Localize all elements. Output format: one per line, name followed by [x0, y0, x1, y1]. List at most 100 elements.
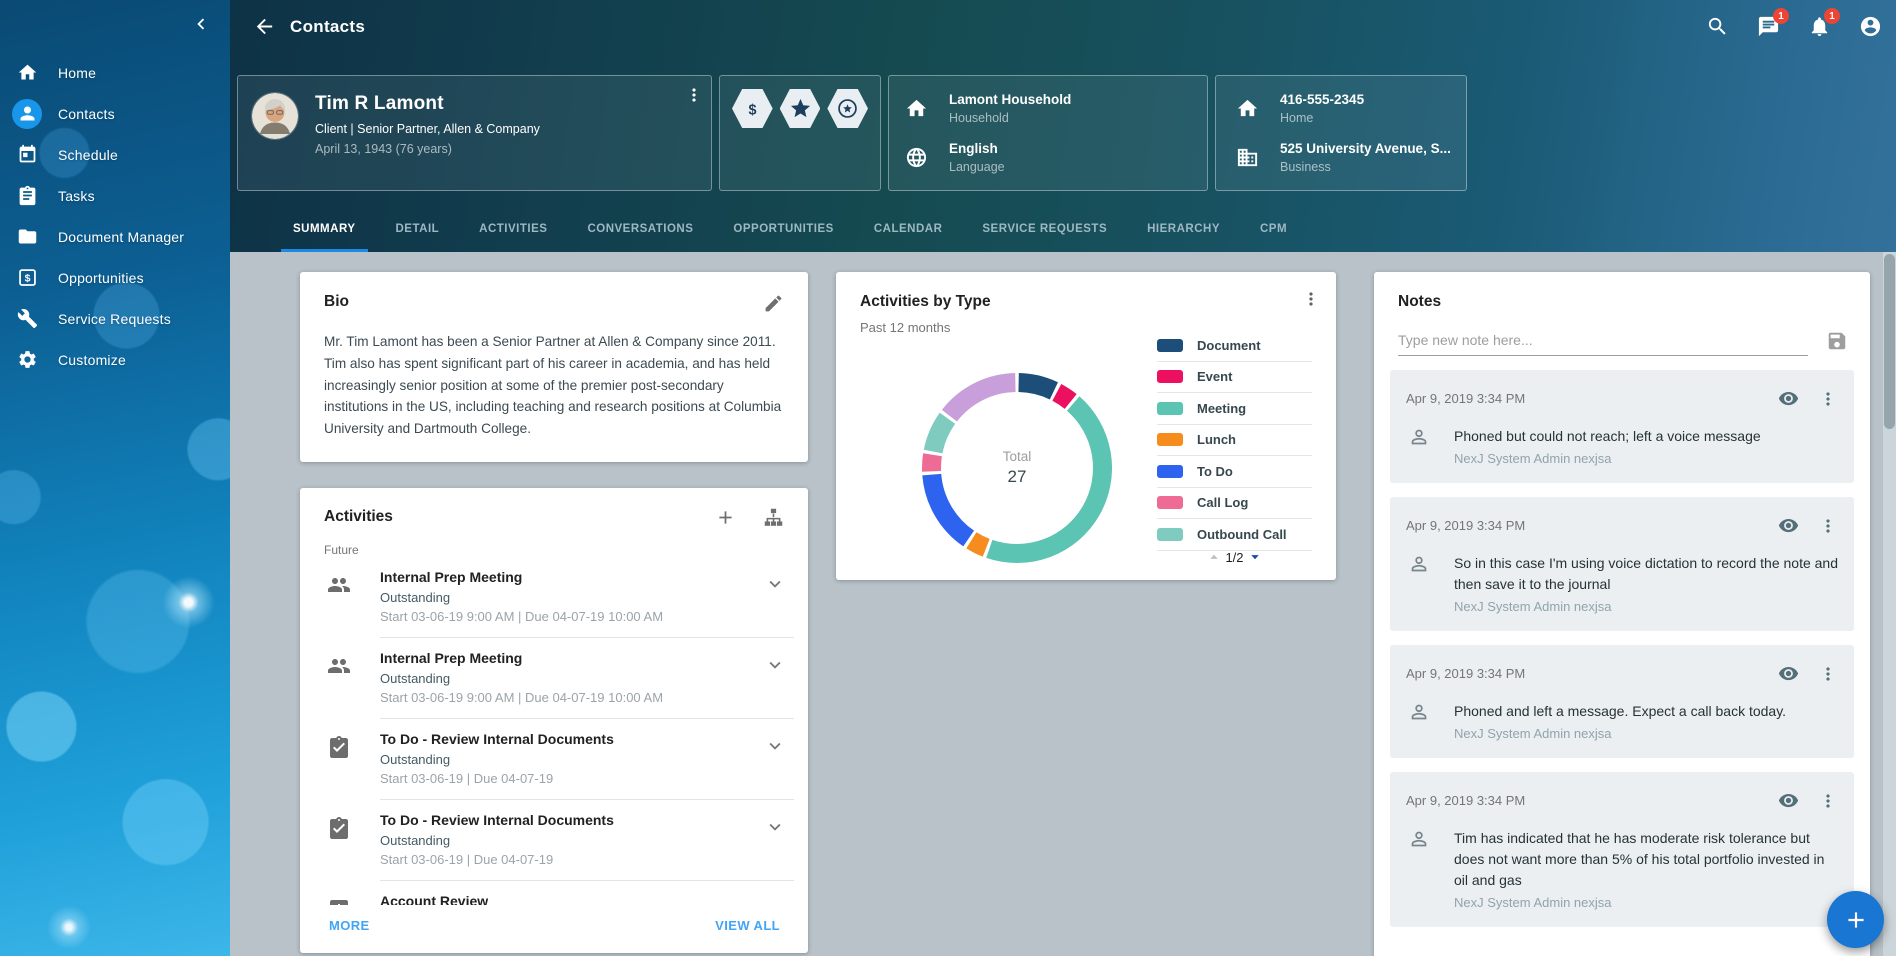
activities-title: Activities	[324, 508, 688, 526]
money-icon: $	[17, 267, 38, 288]
info-row[interactable]: Lamont Household Household	[905, 87, 1201, 130]
chart-menu-kebab-icon[interactable]	[1301, 289, 1321, 309]
tab[interactable]: SERVICE REQUESTS	[962, 223, 1127, 252]
tab[interactable]: OPPORTUNITIES	[713, 223, 853, 252]
contact-summary-card: Tim R Lamont Client | Senior Partner, Al…	[237, 75, 712, 191]
search-icon[interactable]	[1706, 15, 1729, 38]
activity-row[interactable]: Internal Prep Meeting Outstanding Start …	[316, 638, 794, 719]
legend-item[interactable]: Meeting	[1157, 393, 1312, 425]
note-menu-kebab-icon[interactable]	[1818, 791, 1838, 811]
note-text: Phoned and left a message. Expect a call…	[1454, 701, 1786, 722]
legend-page-down-icon[interactable]	[1246, 548, 1264, 566]
legend-item[interactable]: Lunch	[1157, 425, 1312, 457]
info-row[interactable]: 525 University Avenue, S... Business	[1236, 136, 1460, 179]
note-card[interactable]: Apr 9, 2019 3:34 PM Tim has indicated th…	[1390, 772, 1854, 927]
note-author: NexJ System Admin nexjsa	[1454, 895, 1838, 910]
todo-icon	[327, 735, 351, 759]
contact-avatar[interactable]	[252, 93, 298, 139]
activity-row[interactable]: Internal Prep Meeting Outstanding Start …	[316, 557, 794, 638]
note-author-person-icon	[1408, 426, 1430, 448]
sidebar-item[interactable]: Home	[0, 52, 230, 93]
tab[interactable]: CPM	[1240, 223, 1307, 252]
account-icon[interactable]	[1859, 15, 1882, 38]
tab[interactable]: DETAIL	[376, 223, 460, 252]
legend-page-up-icon[interactable]	[1205, 548, 1223, 566]
new-note-input[interactable]	[1398, 326, 1808, 356]
expand-chevron-down-icon[interactable]	[764, 735, 786, 757]
sidebar-item[interactable]: Tasks	[0, 175, 230, 216]
note-menu-kebab-icon[interactable]	[1818, 516, 1838, 536]
activity-title: To Do - Review Internal Documents	[380, 812, 758, 828]
activity-row[interactable]: To Do - Review Internal Documents Outsta…	[316, 719, 794, 800]
sidebar-item[interactable]: Customize	[0, 339, 230, 380]
contact-badge[interactable]	[780, 89, 821, 128]
household-card: Lamont Household Household English Langu…	[888, 75, 1208, 191]
activity-row[interactable]: To Do - Review Internal Documents Outsta…	[316, 800, 794, 881]
note-visibility-eye-icon[interactable]	[1778, 515, 1799, 536]
sidebar-item[interactable]: Schedule	[0, 134, 230, 175]
collapse-sidebar-icon[interactable]	[190, 13, 212, 35]
hierarchy-view-icon[interactable]	[763, 507, 784, 528]
home-icon	[17, 62, 38, 83]
back-arrow-icon[interactable]	[253, 15, 276, 38]
expand-chevron-down-icon[interactable]	[764, 897, 786, 905]
note-author: NexJ System Admin nexjsa	[1454, 726, 1786, 741]
contact-header: Tim R Lamont Client | Senior Partner, Al…	[230, 53, 1896, 191]
legend-item[interactable]: Event	[1157, 362, 1312, 394]
info-row[interactable]: 416-555-2345 Home	[1236, 87, 1460, 130]
note-menu-kebab-icon[interactable]	[1818, 389, 1838, 409]
sidebar-item[interactable]: Service Requests	[0, 298, 230, 339]
info-value: English	[949, 141, 1005, 156]
tab[interactable]: HIERARCHY	[1127, 223, 1240, 252]
activity-dates: Start 03-06-19 9:00 AM | Due 04-07-19 10…	[380, 690, 758, 705]
legend-item[interactable]: To Do	[1157, 456, 1312, 488]
note-visibility-eye-icon[interactable]	[1778, 790, 1799, 811]
chart-title: Activities by Type	[860, 293, 1312, 311]
info-row[interactable]: English Language	[905, 136, 1201, 179]
sidebar-item[interactable]: $ Opportunities	[0, 257, 230, 298]
activity-row[interactable]: Account Review Outstanding Start 24-05-1…	[316, 881, 794, 905]
expand-chevron-down-icon[interactable]	[764, 654, 786, 676]
add-note-fab-button[interactable]	[1827, 891, 1884, 948]
tab[interactable]: ACTIVITIES	[459, 223, 567, 252]
scrollbar-thumb[interactable]	[1884, 254, 1895, 429]
star-circle-icon	[836, 97, 859, 120]
sidebar-item[interactable]: Document Manager	[0, 216, 230, 257]
note-menu-kebab-icon[interactable]	[1818, 664, 1838, 684]
edit-pencil-icon[interactable]	[763, 293, 784, 314]
save-note-icon[interactable]	[1826, 330, 1848, 352]
note-card[interactable]: Apr 9, 2019 3:34 PM Phoned and left a me…	[1390, 645, 1854, 758]
expand-chevron-down-icon[interactable]	[764, 573, 786, 595]
info-label: Household	[949, 111, 1071, 125]
sidebar-item[interactable]: Contacts	[0, 93, 230, 134]
expand-chevron-down-icon[interactable]	[764, 816, 786, 838]
activity-status: Outstanding	[380, 590, 758, 605]
add-activity-icon[interactable]	[715, 507, 736, 528]
note-card[interactable]: Apr 9, 2019 3:34 PM Phoned but could not…	[1390, 370, 1854, 483]
people-icon	[327, 654, 351, 678]
legend-item[interactable]: Call Log	[1157, 488, 1312, 520]
todo-icon	[327, 816, 351, 840]
activity-title: Account Review	[380, 893, 758, 905]
tab[interactable]: CALENDAR	[854, 223, 963, 252]
contact-badge[interactable]: $	[732, 89, 773, 128]
sidebar-item-label: Tasks	[58, 188, 95, 204]
note-author-person-icon	[1408, 828, 1430, 850]
view-all-button[interactable]: VIEW ALL	[715, 918, 780, 933]
note-card[interactable]: Apr 9, 2019 3:34 PM So in this case I'm …	[1390, 497, 1854, 631]
note-visibility-eye-icon[interactable]	[1778, 663, 1799, 684]
note-text: Tim has indicated that he has moderate r…	[1454, 828, 1838, 891]
contact-badge[interactable]	[827, 89, 868, 128]
note-visibility-eye-icon[interactable]	[1778, 388, 1799, 409]
legend-item[interactable]: Document	[1157, 330, 1312, 362]
notifications-button[interactable]: 1	[1808, 15, 1831, 38]
more-button[interactable]: MORE	[329, 918, 370, 933]
legend-item[interactable]: Outbound Call	[1157, 519, 1312, 551]
tab[interactable]: CONVERSATIONS	[567, 223, 713, 252]
tab[interactable]: SUMMARY	[273, 223, 376, 252]
contact-menu-kebab-icon[interactable]	[684, 85, 704, 105]
activity-status: Outstanding	[380, 671, 758, 686]
chat-button[interactable]: 1	[1757, 15, 1780, 38]
vertical-scrollbar[interactable]	[1883, 252, 1896, 956]
wrench-icon	[17, 308, 38, 329]
